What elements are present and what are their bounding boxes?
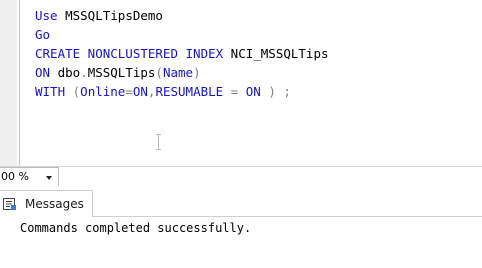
- editor-status-bar: 00 %: [0, 166, 482, 187]
- chevron-down-icon[interactable]: [46, 176, 52, 180]
- text-cursor-icon: [156, 134, 161, 150]
- code-token: MSSQLTipsDemo: [65, 8, 163, 23]
- code-token: RESUMABLE: [155, 84, 231, 99]
- tab-messages-label: Messages: [25, 197, 84, 211]
- code-line[interactable]: ON dbo.MSSQLTips(Name): [35, 63, 329, 82]
- code-line[interactable]: CREATE NONCLUSTERED INDEX NCI_MSSQLTips: [35, 44, 329, 63]
- code-token: ): [193, 65, 201, 80]
- code-token: MSSQLTips: [87, 65, 156, 80]
- change-indicator-bar: [19, 0, 20, 166]
- result-message: Commands completed successfully.: [20, 221, 252, 235]
- code-token: =: [230, 84, 246, 99]
- code-token: Name: [162, 65, 194, 80]
- code-line[interactable]: Go: [35, 25, 329, 44]
- query-editor[interactable]: Use MSSQLTipsDemo Go CREATE NONCLUSTERED I…: [0, 0, 482, 166]
- code-token: (: [155, 65, 163, 80]
- code-token: ON: [132, 84, 148, 99]
- sql-code-area[interactable]: Use MSSQLTipsDemo Go CREATE NONCLUSTERED I…: [35, 6, 329, 101]
- tab-messages[interactable]: Messages: [0, 190, 93, 218]
- editor-gutter: [0, 0, 17, 166]
- code-token: dbo: [57, 65, 81, 80]
- code-token: ON: [245, 84, 269, 99]
- code-line[interactable]: Use MSSQLTipsDemo: [35, 6, 329, 25]
- code-token: Go: [35, 27, 51, 42]
- zoom-dropdown[interactable]: 00 %: [0, 167, 59, 187]
- code-token: ON: [35, 65, 58, 80]
- code-token: =: [125, 84, 133, 99]
- code-token: NCI_MSSQLTips: [230, 46, 329, 61]
- code-line[interactable]: WITH (Online=ON,RESUMABLE = ON ) ;: [35, 82, 329, 101]
- code-token: .: [80, 65, 88, 80]
- zoom-value: 00 %: [1, 170, 29, 183]
- results-pane: Messages Commands completed successfully…: [0, 186, 482, 268]
- code-token: WITH: [35, 84, 73, 99]
- code-token: ) ;: [268, 84, 291, 99]
- code-token: CREATE NONCLUSTERED INDEX: [35, 46, 231, 61]
- messages-icon: [3, 198, 16, 210]
- code-token: Use: [35, 8, 66, 23]
- code-token: Online: [80, 84, 126, 99]
- results-tabstrip: Messages: [0, 186, 482, 218]
